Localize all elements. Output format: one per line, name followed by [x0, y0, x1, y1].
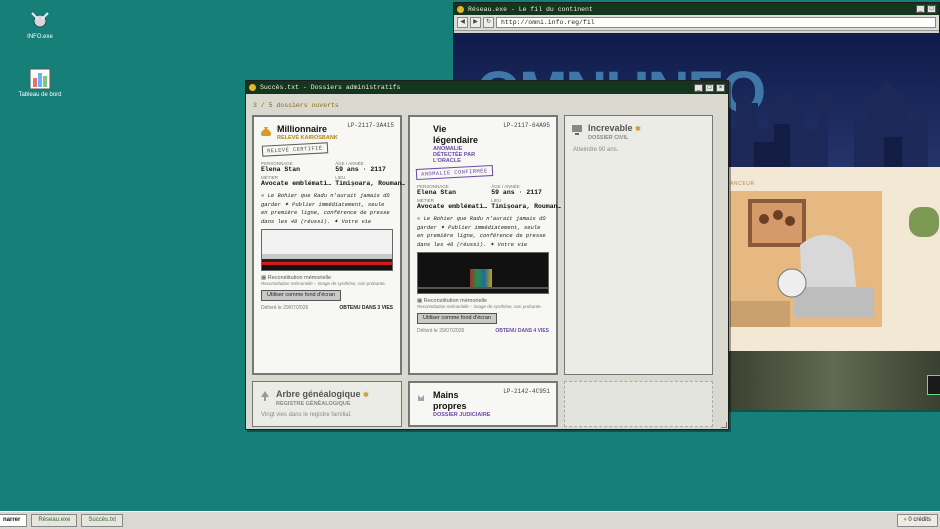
card-title: Millionnaire — [277, 124, 328, 134]
field-place: Timișoara, Rouman… — [335, 180, 406, 187]
certified-stamp: RELEVÉ CERTIFIÉ — [261, 142, 328, 157]
success-window: Succès.txt - Dossiers administratifs _ □… — [245, 80, 729, 430]
plant-image — [909, 207, 939, 237]
trophy-icon — [249, 84, 256, 91]
address-bar: ◀ ▶ ↻ http://omni.info.reg/fil — [454, 15, 939, 31]
card-quote: « Le Bohier que Radu n'aurait jamais dû … — [417, 215, 546, 248]
reload-button[interactable]: ↻ — [483, 17, 494, 28]
card-date: Délivré le 29/07/2026 — [261, 304, 309, 311]
success-titlebar[interactable]: Succès.txt - Dossiers administratifs _ □… — [246, 81, 728, 94]
browser-titlebar[interactable]: Réseau.exe - Le fil du continent _ □ — [454, 3, 939, 15]
memory-reconstruction-image — [261, 229, 393, 271]
maximize-button[interactable]: □ — [705, 83, 714, 92]
card-title: Mains propres — [433, 390, 467, 411]
factory-image — [726, 351, 940, 410]
task-succes[interactable]: Succès.txt — [81, 514, 124, 527]
desktop-icon-label: INFO.exe — [27, 34, 53, 40]
achievement-card-millionnaire[interactable]: LP-2117-3A415 Millionnaire RELEVÉ KAIROS… — [252, 115, 406, 375]
card-obtained: OBTENU DANS 3 VIES — [339, 304, 393, 311]
field-place: Timișoara, Rouman… — [491, 203, 562, 210]
field-job: Avocate emblémati… — [417, 203, 488, 210]
close-button[interactable]: × — [716, 83, 725, 92]
field-age: 59 ans · 2117 — [335, 166, 386, 173]
field-job: Avocate emblémati… — [261, 180, 332, 187]
desktop-icon-info[interactable]: INFO.exe — [18, 10, 62, 40]
desktop-icon-label: Tableau de bord — [18, 92, 62, 98]
achievement-card-arbre-genealogique[interactable]: Arbre généalogique ✱ REGISTRE GÉNÉALOGIQ… — [252, 381, 402, 427]
crescent-icon — [418, 129, 426, 134]
card-desc: Vingt vies dans le registre familial. — [261, 412, 352, 418]
card-subtitle: DOSSIER JUDICIAIRE — [433, 412, 491, 418]
bar-chart-icon — [29, 68, 51, 90]
achievement-card-vie-legendaire[interactable]: LP-2117-64A95 Vie légendaire ANOMALIE DÉ… — [408, 115, 562, 375]
article-area: ANCEUR — [726, 167, 940, 351]
card-subtitle: REGISTRE GÉNÉALOGIQUE — [276, 401, 351, 407]
taskbar: narrer Réseau.exe Succès.txt ♦ 0 crédits — [0, 511, 940, 529]
card-id: LP-2142-4C951 — [503, 388, 550, 395]
field-character: Elena Stan — [261, 166, 301, 173]
card-desc: Atteindre 90 ans. — [573, 147, 619, 153]
field-character: Elena Stan — [417, 189, 457, 196]
card-title: Arbre généalogique ✱ — [276, 389, 369, 399]
achievement-card-increvable[interactable]: Increvable ✱ DOSSIER CIVIL Atteindre 90 … — [564, 115, 713, 375]
star-icon: ✱ — [363, 392, 369, 399]
hands-icon — [418, 395, 424, 401]
browser-title: Réseau.exe - Le fil du continent — [468, 5, 593, 13]
app-icon — [457, 5, 464, 13]
card-obtained: OBTENU DANS 4 VIES — [495, 327, 549, 334]
minimize-button[interactable]: _ — [694, 83, 703, 92]
achievement-card-mains-propres[interactable]: LP-2142-4C951 Mains propres DOSSIER JUDI… — [408, 381, 558, 427]
back-button[interactable]: ◀ — [457, 17, 468, 28]
money-bag-icon — [261, 127, 271, 136]
desktop: { "desktop": { "icons": [ {"label": "INF… — [0, 0, 940, 529]
credits-display[interactable]: ♦ 0 crédits — [896, 514, 938, 527]
satellite-icon — [31, 12, 49, 28]
dossier-count: 3 / 5 dossiers ouverts — [253, 102, 339, 109]
credits-text: 0 crédits — [908, 517, 931, 523]
card-quote: « Le Bohier que Radu n'aurait jamais dû … — [261, 192, 390, 225]
forward-button[interactable]: ▶ — [470, 17, 481, 28]
tree-icon — [261, 391, 269, 401]
empty-card-slot — [564, 381, 713, 427]
start-button[interactable]: narrer — [0, 514, 28, 527]
monitor-icon — [572, 125, 582, 135]
card-id: LP-2117-64A95 — [503, 122, 550, 129]
use-as-wallpaper-button[interactable]: Utiliser comme fond d'écran — [261, 289, 341, 301]
article-photo[interactable] — [730, 191, 882, 327]
card-subtitle: RELEVÉ KAIROSBANK — [277, 135, 338, 141]
field-age: 59 ans · 2117 — [491, 189, 542, 196]
card-title: Increvable ✱ — [588, 123, 641, 133]
anomaly-stamp: ANOMALIE CONFIRMÉE — [415, 165, 493, 180]
card-id: LP-2117-3A415 — [347, 122, 394, 129]
desktop-icon-dashboard[interactable]: Tableau de bord — [18, 68, 62, 98]
url-field[interactable]: http://omni.info.reg/fil — [496, 17, 936, 28]
recon-desc: Reconstitution mémorielle – image de syn… — [261, 281, 386, 286]
success-title: Succès.txt - Dossiers administratifs — [260, 84, 401, 91]
task-reseau[interactable]: Réseau.exe — [31, 514, 78, 527]
card-date: Délivré le 29/07/2026 — [417, 327, 465, 334]
use-as-wallpaper-button[interactable]: Utiliser comme fond d'écran — [417, 312, 497, 324]
recon-desc: Reconstitution mémorielle – image de syn… — [417, 304, 542, 309]
star-icon: ✱ — [635, 126, 641, 133]
memory-reconstruction-image — [417, 252, 549, 294]
card-subtitle: ANOMALIE DÉTECTÉE PAR L'ORACLE — [433, 146, 476, 164]
maximize-button[interactable]: □ — [927, 5, 936, 13]
card-title: Vie légendaire — [433, 124, 479, 145]
resize-grip[interactable] — [721, 422, 727, 428]
card-subtitle: DOSSIER CIVIL — [588, 135, 629, 141]
article-section: ANCEUR — [730, 181, 755, 187]
minimize-button[interactable]: _ — [916, 5, 925, 13]
hex-logo — [927, 375, 940, 395]
